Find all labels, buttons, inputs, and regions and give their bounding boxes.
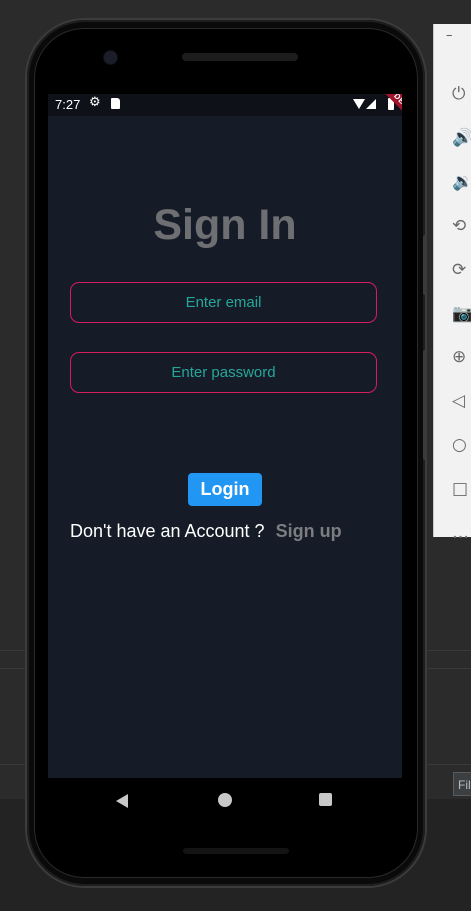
front-camera xyxy=(104,51,117,64)
filter-tab[interactable]: Filt xyxy=(453,772,471,796)
signup-prompt: Don't have an Account ? Sign up xyxy=(70,521,342,542)
password-input[interactable] xyxy=(71,353,376,392)
signal-icon xyxy=(366,99,376,109)
status-bar: 7:27 ⚙ xyxy=(48,94,402,116)
gear-icon: ⚙ xyxy=(89,95,101,110)
rotate-right-icon[interactable]: ⟳ xyxy=(452,259,471,281)
sd-card-icon xyxy=(111,98,120,109)
back-icon[interactable]: ◁ xyxy=(452,390,471,412)
home-icon[interactable] xyxy=(218,793,232,807)
overview-icon[interactable]: □ xyxy=(452,478,471,500)
back-icon[interactable] xyxy=(116,794,128,808)
home-icon[interactable]: ○ xyxy=(452,434,471,456)
emulator-toolbar: – ⏻ 🔊 🔉 ⟲ ⟳ 📷 ⊕ ◁ ○ □ … xyxy=(433,24,471,543)
earpiece-speaker xyxy=(182,53,298,61)
navigation-bar xyxy=(48,778,402,824)
more-icon[interactable]: … xyxy=(452,522,471,544)
no-account-text: Don't have an Account ? xyxy=(70,521,265,541)
minimize-icon[interactable]: – xyxy=(446,28,453,43)
status-time: 7:27 xyxy=(55,97,81,112)
password-field[interactable] xyxy=(70,352,377,393)
signup-link[interactable]: Sign up xyxy=(276,521,342,541)
volume-up-icon[interactable]: 🔊 xyxy=(452,127,471,149)
email-field[interactable] xyxy=(70,282,377,323)
zoom-icon[interactable]: ⊕ xyxy=(452,346,471,368)
email-input[interactable] xyxy=(71,283,376,322)
login-button[interactable]: Login xyxy=(188,473,262,506)
bottom-speaker xyxy=(183,848,289,854)
camera-icon[interactable]: 📷 xyxy=(452,303,471,325)
wifi-icon xyxy=(353,99,365,109)
rotate-left-icon[interactable]: ⟲ xyxy=(452,215,471,237)
device-screen: 7:27 ⚙ DEBUG Sign In Login Don't have an… xyxy=(48,94,402,778)
power-icon[interactable]: ⏻ xyxy=(452,83,471,105)
volume-down-icon[interactable]: 🔉 xyxy=(452,171,471,193)
recents-icon[interactable] xyxy=(319,793,332,806)
power-side-button xyxy=(423,235,427,295)
page-title: Sign In xyxy=(153,201,297,249)
volume-side-button xyxy=(423,350,427,460)
